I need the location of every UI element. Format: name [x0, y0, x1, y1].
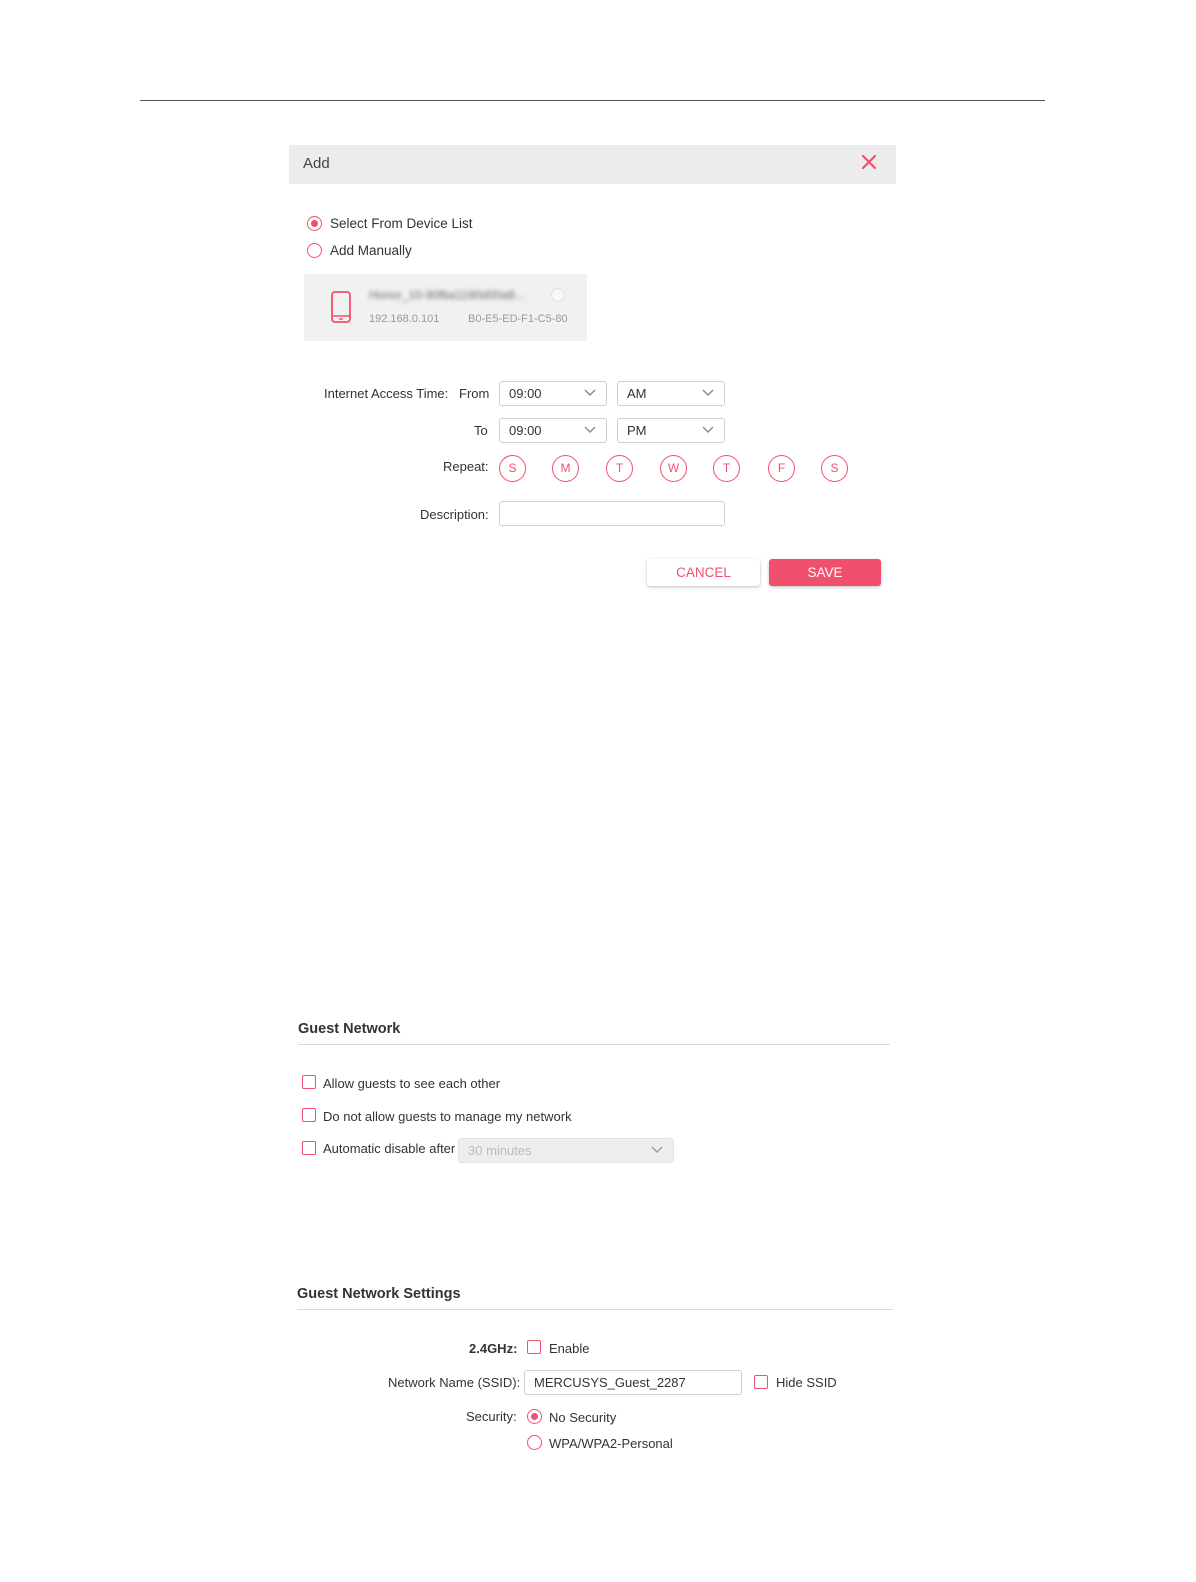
from-period-select[interactable]: AM — [617, 381, 725, 406]
repeat-day-friday[interactable]: F — [768, 455, 795, 482]
enable-24ghz-checkbox[interactable] — [527, 1340, 541, 1354]
hide-ssid-label: Hide SSID — [776, 1375, 837, 1390]
select-from-device-list-radio[interactable] — [307, 216, 322, 231]
ssid-label: Network Name (SSID): — [388, 1375, 521, 1390]
no-guest-manage-label: Do not allow guests to manage my network — [323, 1109, 572, 1124]
to-period-select[interactable]: PM — [617, 418, 725, 443]
device-select-radio[interactable] — [551, 288, 565, 302]
repeat-label: Repeat: — [443, 459, 489, 474]
auto-disable-duration-value: 30 minutes — [468, 1143, 532, 1158]
repeat-day-saturday[interactable]: S — [821, 455, 848, 482]
wpa-wpa2-personal-radio[interactable] — [527, 1435, 542, 1450]
guest-network-divider — [298, 1044, 890, 1045]
no-security-label: No Security — [549, 1410, 617, 1425]
repeat-day-thursday[interactable]: T — [713, 455, 740, 482]
phone-icon — [330, 290, 352, 324]
chevron-down-icon — [584, 389, 596, 396]
access-time-label: Internet Access Time: — [324, 386, 449, 401]
auto-disable-label: Automatic disable after — [323, 1141, 456, 1156]
from-time-select[interactable]: 09:00 — [499, 381, 607, 406]
add-manually-label: Add Manually — [330, 243, 412, 258]
repeat-day-wednesday[interactable]: W — [660, 455, 687, 482]
dialog-header — [289, 145, 896, 184]
wpa-wpa2-personal-label: WPA/WPA2-Personal — [549, 1436, 673, 1451]
chevron-down-icon — [702, 389, 714, 396]
to-time-select[interactable]: 09:00 — [499, 418, 607, 443]
close-icon[interactable] — [861, 154, 877, 170]
description-input[interactable] — [499, 501, 725, 526]
chevron-down-icon — [651, 1146, 663, 1153]
save-button[interactable]: SAVE — [769, 559, 881, 586]
cancel-button[interactable]: CANCEL — [647, 559, 760, 586]
from-time-value: 09:00 — [509, 386, 542, 401]
to-label: To — [474, 423, 488, 438]
to-period-value: PM — [627, 423, 647, 438]
repeat-day-tuesday[interactable]: T — [606, 455, 633, 482]
enable-label: Enable — [549, 1341, 590, 1356]
band-label: 2.4GHz: — [469, 1341, 518, 1356]
to-time-value: 09:00 — [509, 423, 542, 438]
page-top-rule — [140, 100, 1045, 101]
from-period-value: AM — [627, 386, 647, 401]
security-label: Security: — [466, 1409, 517, 1424]
auto-disable-checkbox[interactable] — [302, 1141, 316, 1155]
repeat-day-monday[interactable]: M — [552, 455, 579, 482]
guest-network-title: Guest Network — [298, 1021, 401, 1037]
add-manually-radio[interactable] — [307, 243, 322, 258]
allow-guests-see-each-other-checkbox[interactable] — [302, 1075, 316, 1089]
chevron-down-icon — [702, 426, 714, 433]
chevron-down-icon — [584, 426, 596, 433]
from-label: From — [459, 386, 490, 401]
dialog-title: Add — [303, 155, 330, 172]
no-security-radio[interactable] — [527, 1409, 542, 1424]
device-name: Honor_10-90fba1180d00a8... — [369, 288, 525, 302]
description-label: Description: — [420, 507, 489, 522]
repeat-day-sunday[interactable]: S — [499, 455, 526, 482]
device-mac: B0-E5-ED-F1-C5-80 — [468, 313, 568, 325]
no-guest-manage-checkbox[interactable] — [302, 1108, 316, 1122]
guest-settings-title: Guest Network Settings — [297, 1286, 461, 1302]
guest-settings-divider — [297, 1309, 893, 1310]
select-from-device-list-label: Select From Device List — [330, 216, 473, 231]
hide-ssid-checkbox[interactable] — [754, 1375, 768, 1389]
device-ip: 192.168.0.101 — [369, 313, 440, 325]
ssid-input[interactable]: MERCUSYS_Guest_2287 — [524, 1370, 742, 1395]
allow-guests-see-each-other-label: Allow guests to see each other — [323, 1076, 501, 1091]
auto-disable-duration-select[interactable]: 30 minutes — [458, 1138, 674, 1163]
